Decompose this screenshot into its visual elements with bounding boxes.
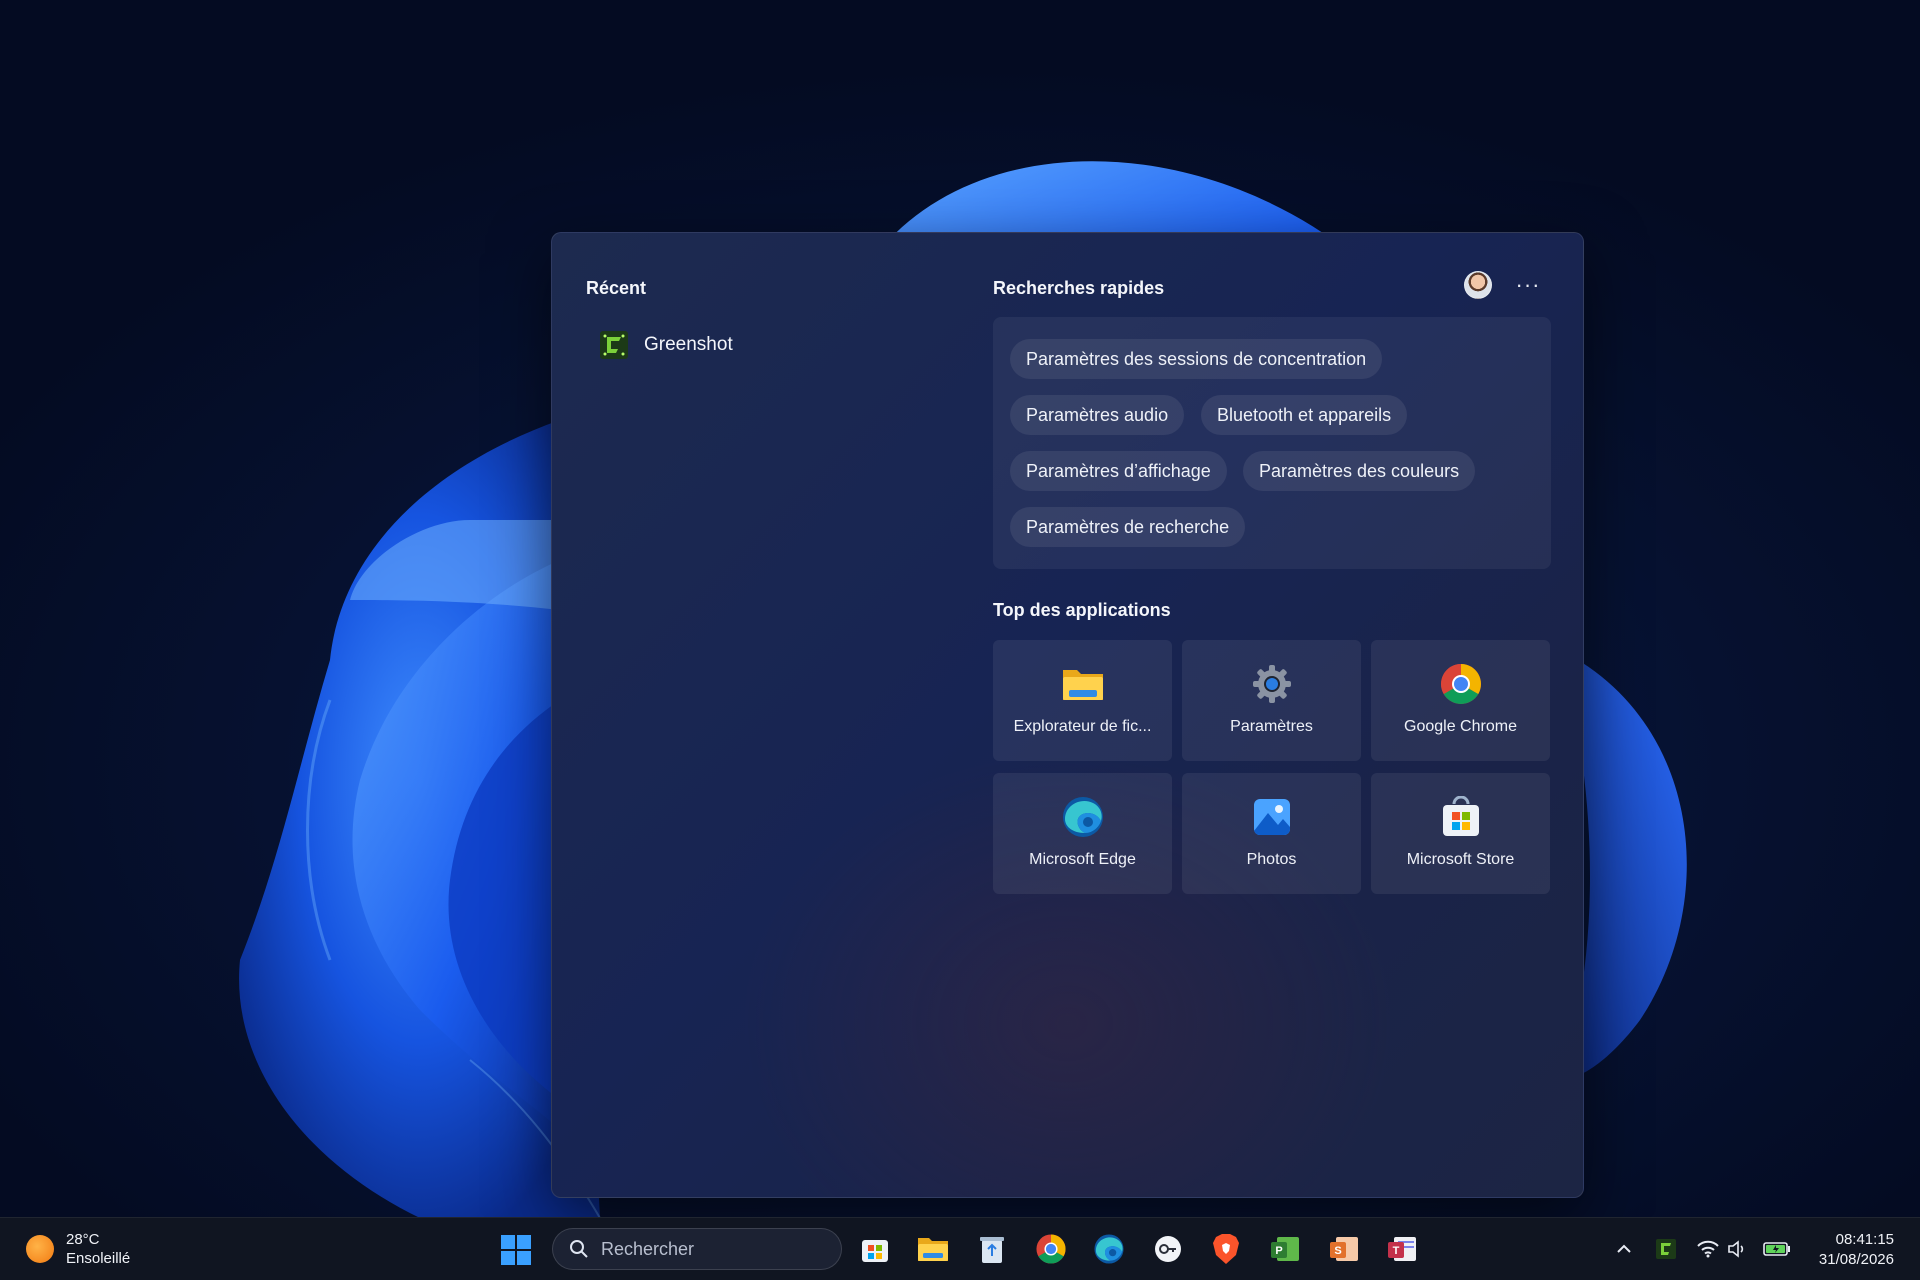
search-panel: Récent Greenshot Recherches rapides ··· … xyxy=(551,232,1584,1198)
key-app-icon xyxy=(1155,1236,1181,1262)
chrome-icon xyxy=(1036,1234,1066,1264)
teams-app-icon: T xyxy=(1388,1237,1416,1261)
chevron-up-icon[interactable] xyxy=(1612,1237,1636,1261)
taskbar-sway-app[interactable]: S xyxy=(1326,1231,1362,1267)
project-app-icon: P xyxy=(1271,1237,1299,1261)
app-tile-label: Microsoft Edge xyxy=(1029,851,1136,868)
taskbar-recycle-bin[interactable] xyxy=(974,1231,1010,1267)
clock-time: 08:41:15 xyxy=(1835,1231,1894,1248)
taskbar-teams-app[interactable]: T xyxy=(1384,1231,1420,1267)
chip-focus-sessions[interactable]: Paramètres des sessions de concentration xyxy=(1010,339,1383,379)
edge-icon xyxy=(1094,1234,1124,1264)
taskbar: 28°C Ensoleillé Rechercher P S T 08:41:1… xyxy=(0,1217,1920,1280)
app-tile-settings[interactable]: Paramètres xyxy=(1182,640,1361,761)
taskbar-brave[interactable] xyxy=(1208,1231,1244,1267)
recent-item-label: Greenshot xyxy=(644,334,733,355)
taskbar-google-chrome[interactable] xyxy=(1033,1231,1069,1267)
chip-bluetooth-devices[interactable]: Bluetooth et appareils xyxy=(1201,395,1408,435)
taskbar-project-app[interactable]: P xyxy=(1267,1231,1303,1267)
chrome-icon xyxy=(1439,662,1483,706)
recent-item-greenshot[interactable]: Greenshot xyxy=(586,325,966,365)
app-tile-label: Paramètres xyxy=(1230,718,1313,735)
recycle-bin-icon xyxy=(980,1237,1004,1263)
chip-search-settings[interactable]: Paramètres de recherche xyxy=(1010,507,1246,547)
taskbar-search-box[interactable]: Rechercher xyxy=(552,1228,842,1270)
svg-text:P: P xyxy=(1275,1245,1282,1257)
start-button[interactable] xyxy=(498,1232,534,1268)
taskbar-file-explorer[interactable] xyxy=(915,1231,951,1267)
app-tile-photos[interactable]: Photos xyxy=(1182,773,1361,894)
app-tile-label: Explorateur de fic... xyxy=(1013,718,1152,735)
greenshot-icon xyxy=(598,329,630,361)
app-tile-label: Microsoft Store xyxy=(1406,851,1515,868)
app-tile-label: Google Chrome xyxy=(1404,718,1517,735)
app-tile-microsoft-edge[interactable]: Microsoft Edge xyxy=(993,773,1172,894)
search-placeholder: Rechercher xyxy=(601,1238,695,1259)
weather-temperature: 28°C xyxy=(66,1231,100,1248)
battery-icon[interactable] xyxy=(1762,1237,1792,1261)
recent-title: Récent xyxy=(586,278,647,298)
settings-gear-icon xyxy=(1250,662,1294,706)
more-options-button[interactable]: ··· xyxy=(1512,269,1544,301)
weather-description: Ensoleillé xyxy=(66,1250,131,1267)
wifi-icon[interactable] xyxy=(1696,1237,1720,1261)
sway-app-icon: S xyxy=(1330,1237,1358,1261)
clock-date: 31/08/2026 xyxy=(1818,1251,1894,1268)
svg-text:S: S xyxy=(1334,1245,1341,1257)
taskbar-microsoft-edge[interactable] xyxy=(1091,1231,1127,1267)
photos-icon xyxy=(1250,795,1294,839)
app-tile-google-chrome[interactable]: Google Chrome xyxy=(1371,640,1550,761)
svg-text:T: T xyxy=(1393,1245,1400,1257)
top-apps-title: Top des applications xyxy=(993,600,1171,620)
greenshot-icon[interactable] xyxy=(1654,1237,1678,1261)
windows-logo-icon xyxy=(501,1235,531,1265)
app-tile-microsoft-store[interactable]: Microsoft Store xyxy=(1371,773,1550,894)
taskbar-key-app[interactable] xyxy=(1150,1231,1186,1267)
app-tile-label: Photos xyxy=(1246,851,1297,868)
edge-icon xyxy=(1061,795,1105,839)
weather-widget[interactable]: 28°C Ensoleillé xyxy=(26,1230,130,1268)
chip-display-settings[interactable]: Paramètres d’affichage xyxy=(1010,451,1227,491)
sun-icon xyxy=(26,1235,54,1263)
chip-audio-settings[interactable]: Paramètres audio xyxy=(1010,395,1185,435)
clock[interactable]: 08:41:15 31/08/2026 xyxy=(1819,1230,1894,1270)
chip-color-settings[interactable]: Paramètres des couleurs xyxy=(1243,451,1476,491)
brave-icon xyxy=(1213,1234,1239,1264)
store-icon xyxy=(1439,795,1483,839)
microsoft-store-icon xyxy=(862,1240,888,1262)
search-icon xyxy=(570,1240,588,1258)
file-explorer-icon xyxy=(1061,662,1105,706)
quick-searches-title: Recherches rapides xyxy=(993,278,1165,298)
user-avatar[interactable] xyxy=(1464,271,1492,299)
taskbar-microsoft-store[interactable] xyxy=(857,1231,893,1267)
file-explorer-icon xyxy=(918,1238,948,1261)
quick-searches-box: Paramètres des sessions de concentration… xyxy=(993,317,1551,569)
app-tile-file-explorer[interactable]: Explorateur de fic... xyxy=(993,640,1172,761)
volume-icon[interactable] xyxy=(1726,1237,1750,1261)
